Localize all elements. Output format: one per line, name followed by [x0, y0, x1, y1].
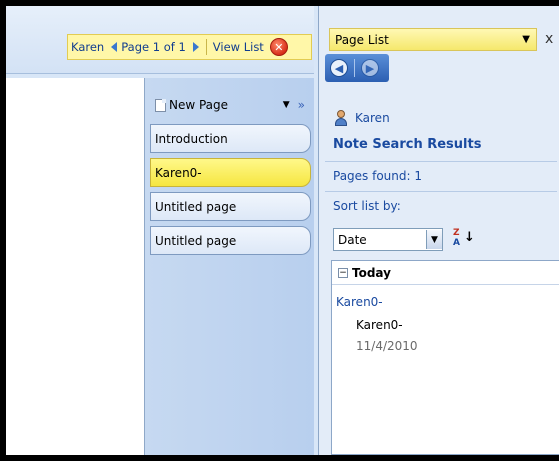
note-canvas[interactable] — [6, 78, 145, 455]
new-page-button[interactable]: New Page ▼ » — [155, 94, 305, 116]
search-scope[interactable]: Karen — [333, 110, 390, 126]
chevron-down-icon[interactable]: ▼ — [522, 34, 530, 45]
page-tabs-panel: New Page ▼ » Introduction Karen0- Untitl… — [145, 78, 314, 455]
divider — [325, 161, 557, 162]
pane-title-dropdown[interactable]: Page List ▼ — [329, 28, 537, 51]
separator — [354, 59, 355, 77]
result-date: 11/4/2010 — [356, 339, 418, 353]
back-icon[interactable]: ◀ — [330, 59, 348, 77]
sort-select[interactable]: Date ▼ — [333, 228, 443, 251]
next-result-icon[interactable] — [192, 42, 199, 52]
pane-title: Page List — [335, 32, 389, 47]
sort-label: Sort list by: — [333, 199, 401, 213]
pane-navigation: ◀ ▶ — [325, 54, 389, 82]
sort-direction-icon[interactable]: Z A ↓ — [453, 228, 475, 252]
search-term: Karen — [355, 111, 390, 125]
sort-value: Date — [338, 232, 367, 247]
search-scope-link[interactable]: Karen — [68, 40, 107, 54]
results-list: − Today Karen0- Karen0- 11/4/2010 — [331, 260, 559, 455]
collapse-icon[interactable]: − — [338, 267, 348, 278]
page-tab-label: Untitled page — [155, 199, 237, 214]
chevron-down-icon[interactable]: ▼ — [283, 100, 290, 110]
chevron-down-icon[interactable]: ▼ — [426, 230, 442, 249]
page-tab-label: Karen0- — [155, 165, 202, 180]
results-heading: Note Search Results — [333, 137, 482, 152]
forward-icon[interactable]: ▶ — [361, 59, 379, 77]
separator — [205, 39, 207, 55]
result-group-header[interactable]: − Today — [332, 261, 559, 285]
close-search-icon[interactable]: ✕ — [269, 38, 288, 56]
onenote-window: Karen Page 1 of 1 View List ✕ New Page ▼… — [6, 6, 559, 455]
page-count-label: Page 1 of 1 — [121, 40, 186, 54]
view-list-link[interactable]: View List — [210, 40, 267, 54]
page-tab-untitled-1[interactable]: Untitled page — [150, 192, 311, 221]
search-results-bar: Karen Page 1 of 1 View List ✕ — [67, 34, 312, 60]
pages-found-count: Pages found: 1 — [333, 169, 423, 183]
collapse-panel-icon[interactable]: » — [298, 98, 305, 112]
result-section-link[interactable]: Karen0- — [336, 295, 383, 309]
result-page-link[interactable]: Karen0- — [356, 318, 403, 332]
page-tab-karen0[interactable]: Karen0- — [150, 158, 311, 187]
page-tab-label: Untitled page — [155, 233, 237, 248]
new-page-label: New Page — [169, 98, 229, 112]
previous-result-icon[interactable] — [111, 42, 118, 52]
page-tab-label: Introduction — [155, 131, 228, 146]
new-page-icon — [155, 98, 166, 112]
page-tab-introduction[interactable]: Introduction — [150, 124, 311, 153]
person-search-icon — [333, 110, 349, 126]
page-tab-untitled-2[interactable]: Untitled page — [150, 226, 311, 255]
divider — [325, 191, 557, 192]
top-toolbar: Karen Page 1 of 1 View List ✕ — [6, 6, 314, 74]
page-list-pane: Page List ▼ x ◀ ▶ Karen Note Search Resu… — [318, 6, 559, 455]
group-label: Today — [352, 265, 391, 280]
close-icon[interactable]: x — [545, 31, 553, 47]
